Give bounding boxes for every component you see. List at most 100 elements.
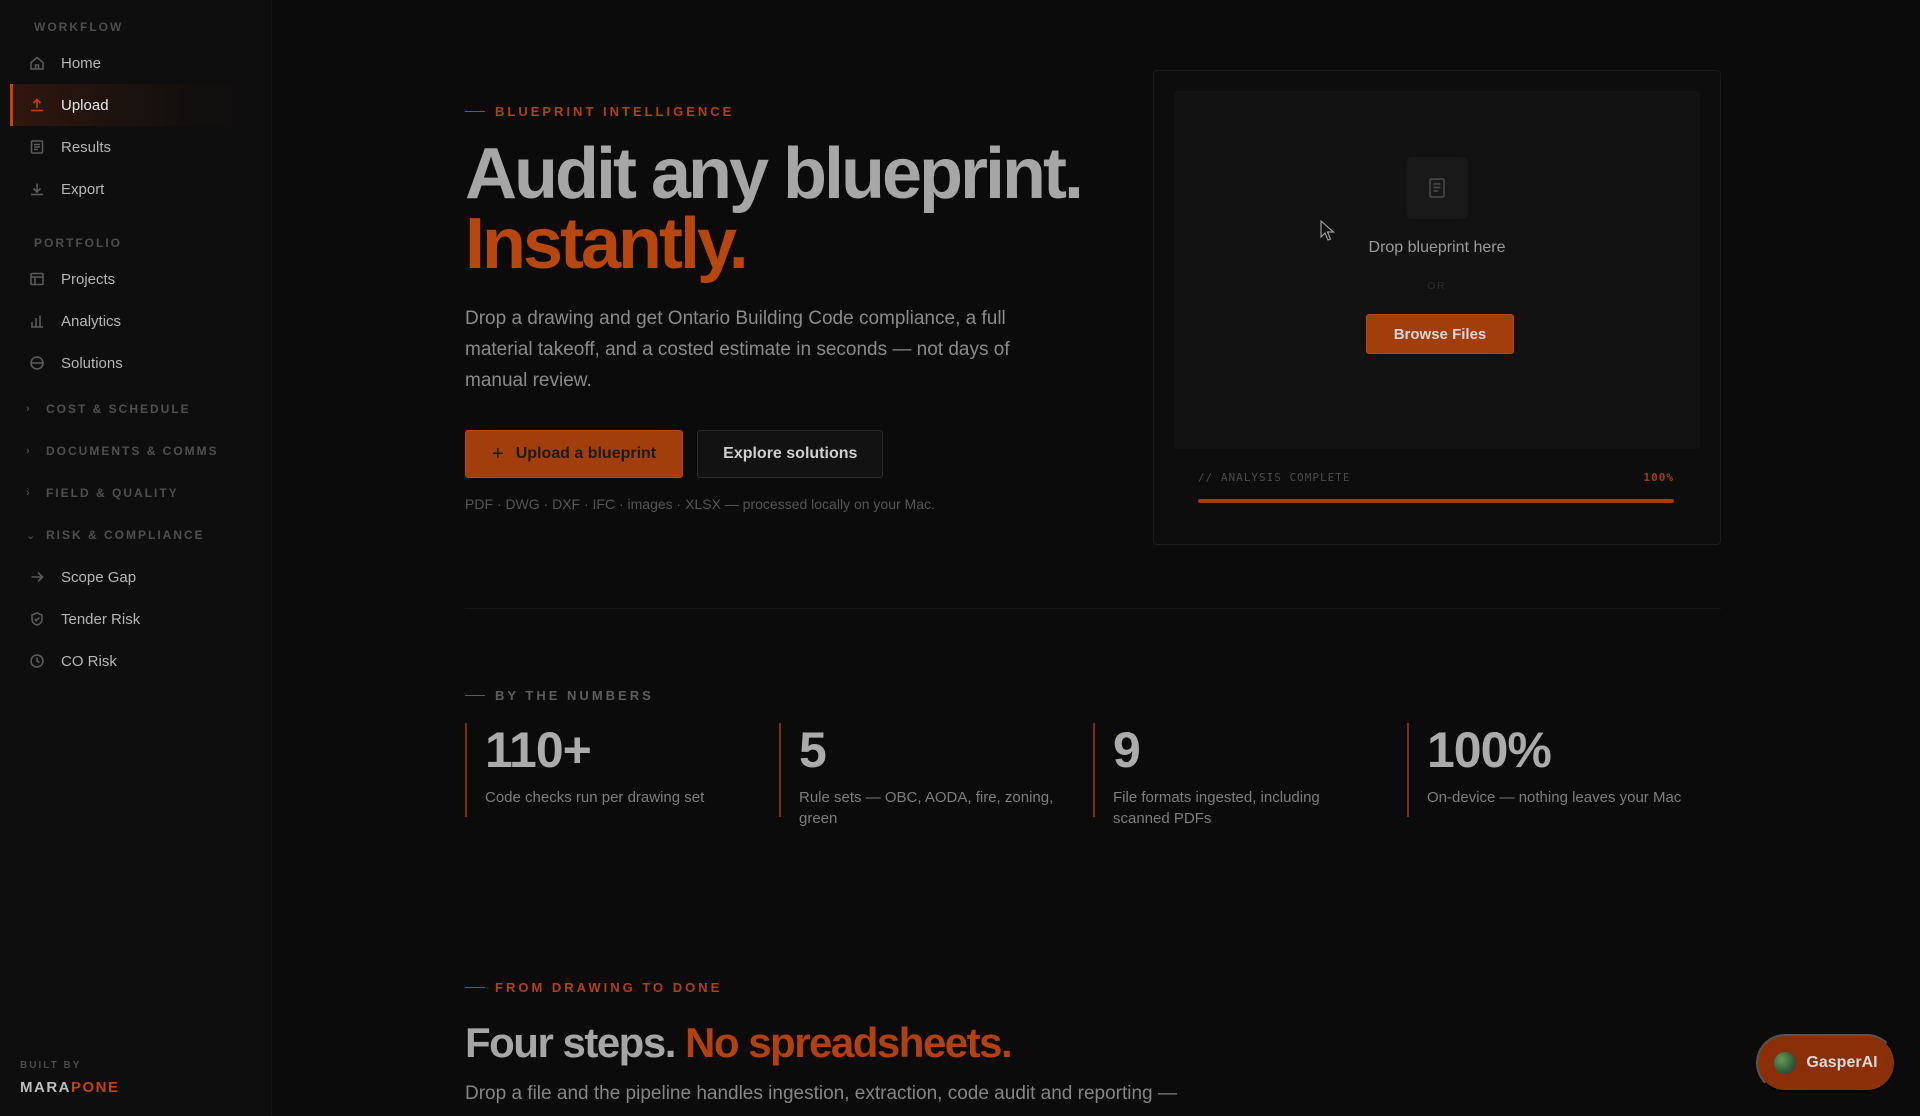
stat-desc: Rule sets — OBC, AODA, fire, zoning, gre…: [799, 789, 1054, 827]
eyebrow-line: [465, 987, 485, 988]
analysis-progress-bar: [1198, 499, 1674, 503]
sidebar-group-label: DOCUMENTS & COMMS: [46, 444, 219, 458]
numbers-eyebrow-text: BY THE NUMBERS: [495, 688, 654, 703]
dropzone-or: OR: [1427, 281, 1447, 292]
sidebar-item-co-risk[interactable]: CO Risk: [10, 640, 261, 682]
stat-desc: On-device — nothing leaves your Mac: [1427, 789, 1682, 806]
hero-title: Audit any blueprint. Instantly.: [465, 138, 1085, 284]
hero-section: BLUEPRINT INTELLIGENCE Audit any bluepri…: [465, 104, 1085, 512]
hero-title-line1: Audit any blueprint.: [465, 134, 1084, 214]
steps-title-a: Four steps.: [465, 1019, 676, 1066]
chevron-down-icon: ⌄: [26, 529, 38, 542]
brand-name-a: MARA: [20, 1079, 71, 1096]
plus-icon: +: [492, 442, 504, 465]
formats-note: PDF · DWG · DXF · IFC · images · XLSX — …: [465, 496, 935, 512]
sidebar-item-label: Export: [61, 180, 105, 198]
file-icon: [1406, 157, 1468, 219]
gasper-ai-label: GasperAI: [1806, 1054, 1878, 1071]
steps-section: FROM DRAWING TO DONE Four steps. No spre…: [465, 980, 1465, 1105]
steps-eyebrow: FROM DRAWING TO DONE: [465, 980, 1465, 995]
upload-blueprint-button[interactable]: + Upload a blueprint: [465, 430, 684, 478]
sidebar-item-tender-risk[interactable]: Tender Risk: [10, 598, 261, 640]
sidebar-item-analytics[interactable]: Analytics: [10, 300, 261, 342]
sidebar-item-label: Solutions: [61, 354, 123, 372]
bar-chart-icon: [29, 313, 45, 329]
analysis-progress-fill: [1198, 499, 1674, 503]
hero-eyebrow-text: BLUEPRINT INTELLIGENCE: [495, 104, 735, 119]
sidebar-item-export[interactable]: Export: [10, 168, 261, 210]
steps-subtitle: Drop a file and the pipeline handles ing…: [465, 1083, 1177, 1104]
mouse-cursor-icon: [1320, 220, 1336, 241]
sidebar-group-label: FIELD & QUALITY: [46, 486, 179, 500]
stat-value: 5: [799, 722, 827, 778]
sidebar-item-solutions[interactable]: Solutions: [10, 342, 261, 384]
stat-desc: Code checks run per drawing set: [485, 789, 705, 806]
sidebar-group-field-quality[interactable]: › FIELD & QUALITY: [0, 472, 271, 514]
dropzone-card: Drop blueprint here OR Browse Files // A…: [1153, 70, 1721, 545]
stats-row: 110+ Code checks run per drawing set 5 R…: [465, 722, 1721, 827]
stat-rule-sets: 5 Rule sets — OBC, AODA, fire, zoning, g…: [779, 722, 1093, 827]
sidebar-group-cost-schedule[interactable]: › COST & SCHEDULE: [0, 388, 271, 430]
section-divider: [465, 608, 1721, 609]
sidebar-item-label: Results: [61, 138, 112, 156]
brand-name-b: PONE: [71, 1079, 120, 1096]
steps-eyebrow-text: FROM DRAWING TO DONE: [495, 980, 723, 995]
sidebar-item-label: Tender Risk: [61, 610, 141, 628]
dropzone-title: Drop blueprint here: [1368, 239, 1506, 256]
analysis-label: // ANALYSIS COMPLETE: [1198, 471, 1351, 484]
arrow-right-icon: [29, 569, 45, 585]
globe-icon: [1774, 1052, 1797, 1074]
sidebar: WORKFLOW Home Upload Results Export PORT…: [0, 0, 272, 1116]
sidebar-item-home[interactable]: Home: [10, 42, 261, 84]
sidebar-item-results[interactable]: Results: [10, 126, 261, 168]
built-by-label: BUILT BY: [20, 1060, 82, 1071]
hero-title-line2: Instantly.: [465, 204, 749, 284]
stat-file-formats: 9 File formats ingested, including scann…: [1093, 722, 1407, 827]
steps-title-b: No spreadsheets.: [685, 1019, 1013, 1066]
sidebar-group-risk-compliance[interactable]: ⌄ RISK & COMPLIANCE: [0, 514, 271, 556]
stat-value: 9: [1113, 722, 1141, 778]
gasper-ai-button[interactable]: GasperAI: [1756, 1034, 1896, 1092]
hero-eyebrow: BLUEPRINT INTELLIGENCE: [465, 104, 1085, 119]
clock-icon: [29, 653, 45, 669]
explore-solutions-button[interactable]: Explore solutions: [697, 430, 884, 478]
stat-code-checks: 110+ Code checks run per drawing set: [465, 723, 779, 817]
sidebar-item-upload[interactable]: Upload: [10, 84, 261, 126]
chevron-right-icon: ›: [26, 487, 32, 499]
sidebar-group-documents-comms[interactable]: › DOCUMENTS & COMMS: [0, 430, 271, 472]
brand-logo[interactable]: MARAPONE: [20, 1079, 120, 1096]
stat-value: 110+: [485, 722, 592, 778]
sidebar-item-label: Scope Gap: [61, 568, 137, 586]
hero-subtitle: Drop a drawing and get Ontario Building …: [465, 308, 1010, 391]
stat-value: 100%: [1427, 722, 1552, 778]
sidebar-item-label: Home: [61, 54, 102, 72]
stat-on-device: 100% On-device — nothing leaves your Mac: [1407, 723, 1721, 817]
sidebar-item-label: CO Risk: [61, 652, 117, 670]
eyebrow-line: [465, 111, 485, 112]
numbers-section: BY THE NUMBERS 110+ Code checks run per …: [465, 688, 1721, 827]
analysis-status: // ANALYSIS COMPLETE 100%: [1198, 471, 1674, 484]
steps-title: Four steps. No spreadsheets.: [465, 1019, 1465, 1067]
chevron-right-icon: ›: [26, 403, 32, 415]
chevron-right-icon: ›: [26, 445, 32, 457]
sidebar-item-label: Upload: [61, 96, 109, 114]
sidebar-group-label: COST & SCHEDULE: [46, 402, 191, 416]
projects-icon: [29, 271, 45, 287]
stat-desc: File formats ingested, including scanned…: [1113, 789, 1320, 827]
browse-files-button[interactable]: Browse Files: [1366, 314, 1514, 354]
upload-icon: [29, 97, 45, 113]
numbers-eyebrow: BY THE NUMBERS: [465, 688, 1721, 703]
solutions-icon: [29, 355, 45, 371]
sidebar-footer: BUILT BY MARAPONE: [20, 1060, 120, 1096]
sidebar-group-label: RISK & COMPLIANCE: [46, 528, 205, 542]
eyebrow-line: [465, 695, 485, 696]
export-icon: [29, 181, 45, 197]
results-icon: [29, 139, 45, 155]
hero-cta-row: + Upload a blueprint Explore solutions: [465, 430, 1085, 478]
sidebar-item-scope-gap[interactable]: Scope Gap: [10, 556, 261, 598]
sidebar-item-label: Analytics: [61, 312, 122, 330]
main-content: BLUEPRINT INTELLIGENCE Audit any bluepri…: [272, 0, 1920, 1116]
sidebar-item-label: Projects: [61, 270, 116, 288]
sidebar-item-projects[interactable]: Projects: [10, 258, 261, 300]
dropzone[interactable]: Drop blueprint here OR Browse Files: [1174, 91, 1700, 449]
